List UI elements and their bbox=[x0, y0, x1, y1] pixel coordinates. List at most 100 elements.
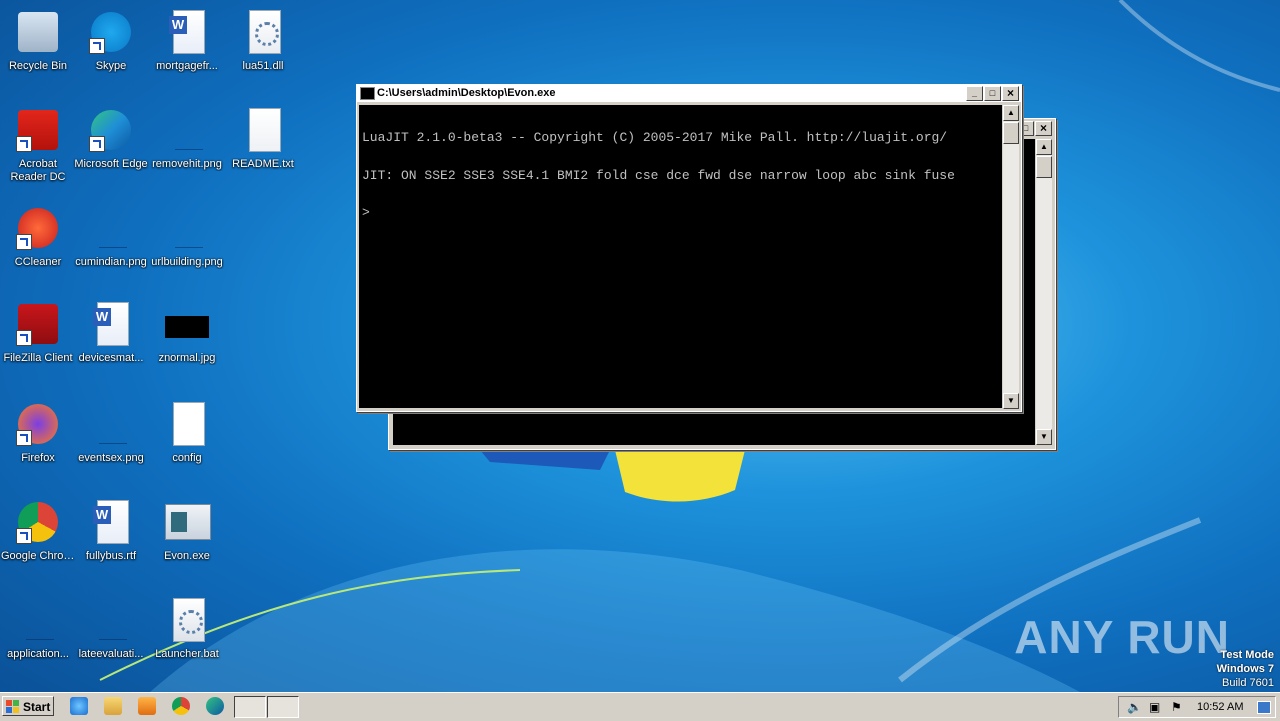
windows-version-label: Windows 7 bbox=[1216, 663, 1274, 675]
desktop-icon[interactable]: CCleaner bbox=[0, 204, 76, 269]
evon-console-window[interactable]: C:\Users\admin\Desktop\Evon.exe _ □ × Lu… bbox=[356, 84, 1022, 412]
desktop-icon-label: Recycle Bin bbox=[8, 60, 68, 72]
network-icon[interactable]: ▣ bbox=[1149, 697, 1160, 717]
console-line: LuaJIT 2.1.0-beta3 -- Copyright (C) 2005… bbox=[362, 130, 948, 145]
shortcut-arrow-icon bbox=[89, 38, 105, 54]
console-prompt: > bbox=[362, 205, 370, 220]
media-player-icon[interactable] bbox=[138, 697, 156, 715]
desktop-icon-label: Acrobat Reader DC bbox=[10, 158, 66, 183]
close-button[interactable]: × bbox=[1002, 86, 1019, 101]
desktop-icon[interactable]: Launcher.bat bbox=[149, 596, 225, 661]
png-thumb-icon bbox=[163, 106, 211, 154]
start-label: Start bbox=[23, 700, 51, 714]
word-doc-icon: W bbox=[87, 498, 135, 546]
taskbar-console-item-2[interactable] bbox=[267, 696, 299, 718]
desktop-icon[interactable]: cumindian.png bbox=[73, 204, 149, 269]
scroll-down-button[interactable]: ▼ bbox=[1003, 393, 1019, 409]
desktop-icon-label: lateevaluati... bbox=[78, 648, 144, 660]
desktop-icon[interactable]: Firefox bbox=[0, 400, 76, 465]
scroll-thumb[interactable] bbox=[1003, 122, 1019, 144]
desktop-icon[interactable]: removehit.png bbox=[149, 106, 225, 171]
desktop-icon[interactable]: lateevaluati... bbox=[73, 596, 149, 661]
start-button[interactable]: Start bbox=[2, 696, 54, 716]
volume-icon[interactable]: 🔈 bbox=[1127, 697, 1142, 717]
acrobat-icon bbox=[14, 106, 62, 154]
desktop-icon-label: urlbuilding.png bbox=[151, 256, 223, 268]
desktop-icon[interactable]: config bbox=[149, 400, 225, 465]
desktop-icon-label: eventsex.png bbox=[78, 452, 144, 464]
console-output[interactable]: LuaJIT 2.1.0-beta3 -- Copyright (C) 2005… bbox=[359, 105, 1002, 408]
desktop-icon[interactable]: znormal.jpg bbox=[149, 300, 225, 365]
desktop-icon-label: fullybus.rtf bbox=[85, 550, 137, 562]
desktop-icon[interactable]: Google Chrome bbox=[0, 498, 76, 563]
desktop-icon[interactable]: application... bbox=[0, 596, 76, 661]
shortcut-arrow-icon bbox=[89, 136, 105, 152]
desktop-icon[interactable]: Wfullybus.rtf bbox=[73, 498, 149, 563]
desktop-icon-label: README.txt bbox=[232, 158, 294, 170]
blank-file-icon bbox=[163, 400, 211, 448]
desktop-icon[interactable]: Skype bbox=[73, 8, 149, 73]
console-app-icon bbox=[360, 87, 375, 100]
taskbar-console-item-1[interactable] bbox=[234, 696, 266, 718]
window-titlebar[interactable]: C:\Users\admin\Desktop\Evon.exe _ □ × bbox=[357, 85, 1021, 102]
desktop-icon[interactable]: Recycle Bin bbox=[0, 8, 76, 73]
png-thumb-icon bbox=[87, 596, 135, 644]
bg-close-button[interactable]: × bbox=[1035, 121, 1052, 136]
bg-scroll-thumb[interactable] bbox=[1036, 156, 1052, 178]
anyrun-watermark: ANY RUN bbox=[1014, 611, 1230, 663]
chrome-icon bbox=[14, 498, 62, 546]
desktop-icon[interactable]: Microsoft Edge bbox=[73, 106, 149, 171]
edge-taskbar-icon[interactable] bbox=[206, 697, 224, 715]
chrome-taskbar-icon[interactable] bbox=[172, 697, 190, 715]
test-mode-label: Test Mode bbox=[1220, 649, 1274, 661]
windows-flag-icon bbox=[6, 700, 19, 713]
desktop-icon-label: application... bbox=[7, 648, 69, 660]
desktop-icon-label: Evon.exe bbox=[164, 550, 210, 562]
test-mode-notice: Test Mode Windows 7 Build 7601 bbox=[1217, 648, 1274, 690]
desktop-icon[interactable]: Evon.exe bbox=[149, 498, 225, 563]
clock[interactable]: 10:52 AM bbox=[1197, 697, 1243, 717]
build-label: Build 7601 bbox=[1222, 677, 1274, 689]
desktop-icon[interactable]: lua51.dll bbox=[225, 8, 301, 73]
desktop-icon[interactable]: README.txt bbox=[225, 106, 301, 171]
recycle-bin-icon bbox=[14, 8, 62, 56]
show-desktop-icon[interactable] bbox=[1257, 701, 1271, 714]
file-explorer-icon[interactable] bbox=[104, 697, 122, 715]
desktop-icon[interactable]: Acrobat Reader DC bbox=[0, 106, 76, 184]
filezilla-icon bbox=[14, 300, 62, 348]
desktop-icon-label: FileZilla Client bbox=[3, 352, 73, 364]
maximize-button[interactable]: □ bbox=[984, 86, 1001, 101]
internet-explorer-icon[interactable] bbox=[70, 697, 88, 715]
desktop-icon-label: Google Chrome bbox=[1, 550, 76, 562]
desktop-icon[interactable]: urlbuilding.png bbox=[149, 204, 225, 269]
edge-icon bbox=[87, 106, 135, 154]
png-thumb-icon bbox=[14, 596, 62, 644]
bg-scroll-up-button[interactable]: ▲ bbox=[1036, 139, 1052, 155]
firefox-icon bbox=[14, 400, 62, 448]
minimize-button[interactable]: _ bbox=[966, 86, 983, 101]
action-center-flag-icon[interactable]: ⚑ bbox=[1171, 697, 1182, 717]
bg-scroll-down-button[interactable]: ▼ bbox=[1036, 429, 1052, 445]
skype-icon bbox=[87, 8, 135, 56]
ccleaner-icon bbox=[14, 204, 62, 252]
desktop-icon-label: config bbox=[172, 452, 202, 464]
png-thumb-icon bbox=[163, 204, 211, 252]
text-file-icon bbox=[239, 106, 287, 154]
scroll-up-button[interactable]: ▲ bbox=[1003, 105, 1019, 121]
desktop-icon-label: removehit.png bbox=[152, 158, 222, 170]
window-title: C:\Users\admin\Desktop\Evon.exe bbox=[377, 87, 556, 99]
bat-gear-icon bbox=[163, 596, 211, 644]
desktop-icon[interactable]: Wmortgagefr... bbox=[149, 8, 225, 73]
desktop-icon[interactable]: Wdevicesmat... bbox=[73, 300, 149, 365]
desktop-icon-label: cumindian.png bbox=[75, 256, 147, 268]
vertical-scrollbar[interactable]: ▲ ▼ bbox=[1003, 105, 1019, 409]
shortcut-arrow-icon bbox=[16, 136, 32, 152]
desktop-icon[interactable]: eventsex.png bbox=[73, 400, 149, 465]
bg-vertical-scrollbar[interactable]: ▲ ▼ bbox=[1036, 139, 1052, 445]
desktop-icon[interactable]: FileZilla Client bbox=[0, 300, 76, 365]
desktop-icon-label: znormal.jpg bbox=[158, 352, 216, 364]
desktop-icon-label: lua51.dll bbox=[242, 60, 284, 72]
word-doc-icon: W bbox=[163, 8, 211, 56]
console-line: JIT: ON SSE2 SSE3 SSE4.1 BMI2 fold cse d… bbox=[362, 167, 955, 183]
shortcut-arrow-icon bbox=[16, 330, 32, 346]
